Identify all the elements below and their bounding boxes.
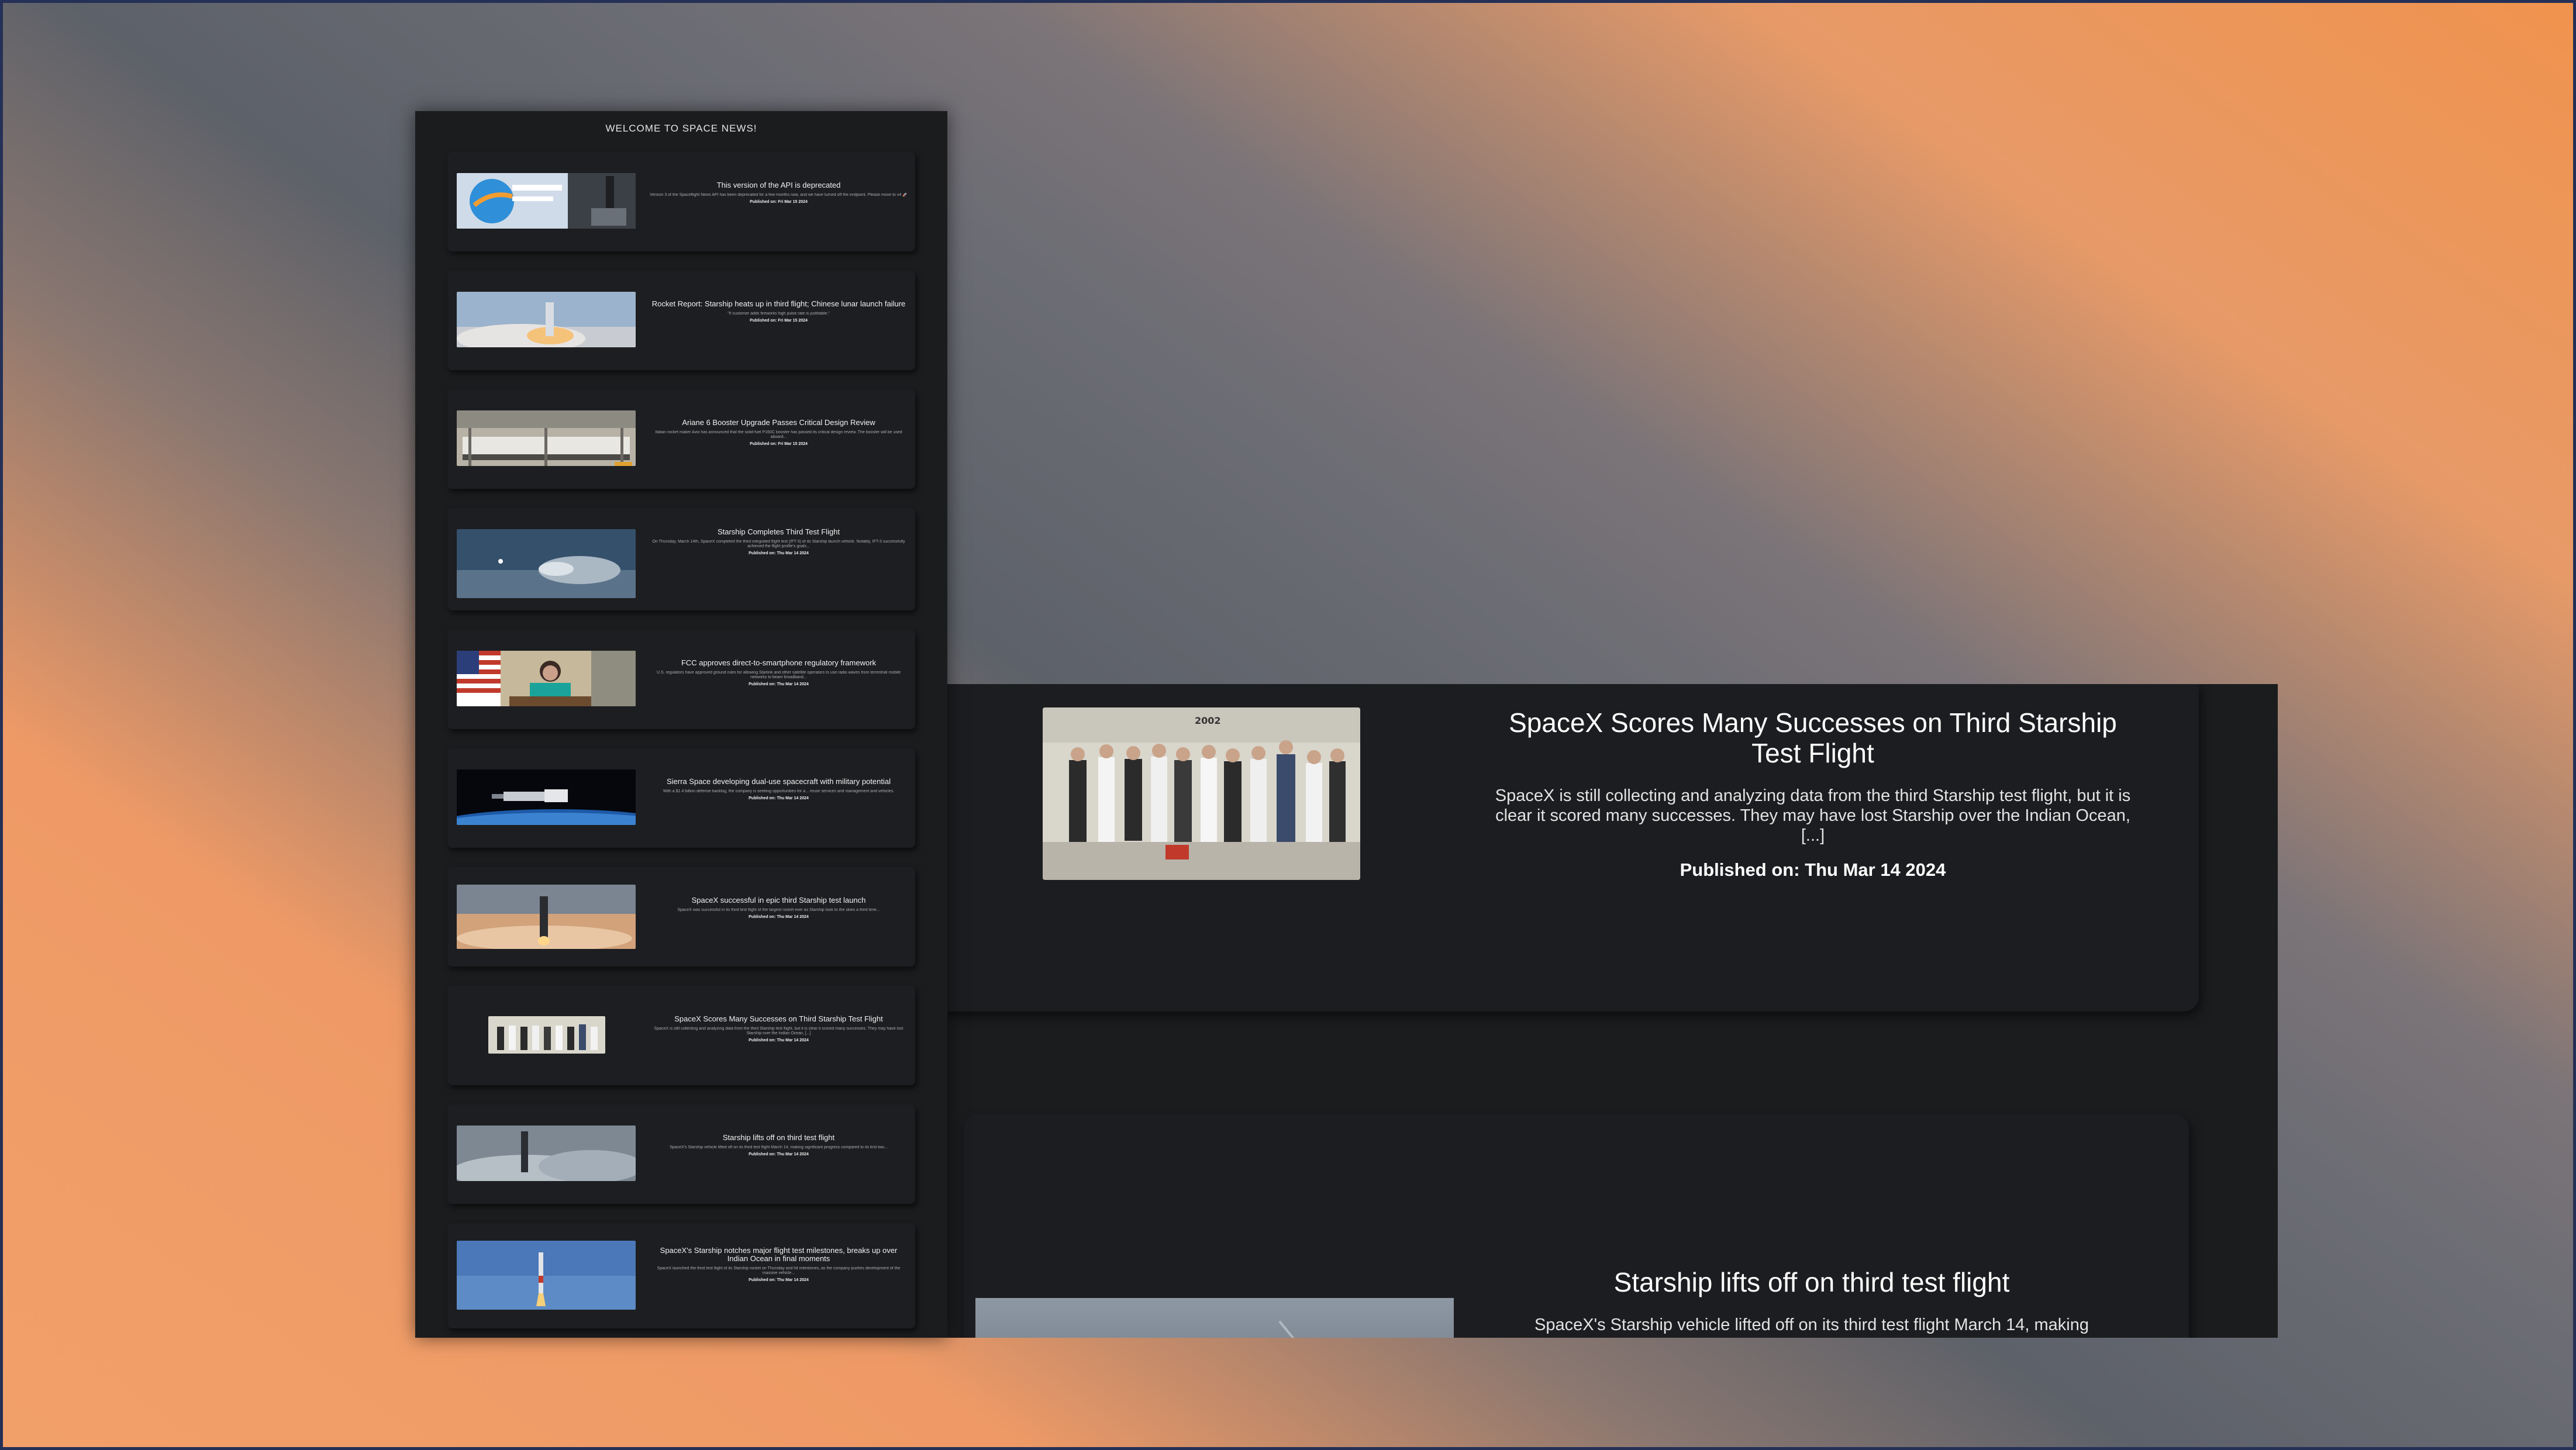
article-card-starship-liftoff[interactable]: Starship lifts off on third test flight … [964,1114,2189,1338]
news-card[interactable]: Starship lifts off on third test flight … [447,1104,915,1204]
news-title[interactable]: Ariane 6 Booster Upgrade Passes Critical… [649,419,908,427]
news-date: Published on: Fri Mar 15 2024 [750,200,808,204]
news-thumbnail-image [457,529,636,598]
team-photo-image: 2002 [1043,707,1360,880]
news-title[interactable]: Starship Completes Third Test Flight [649,528,908,536]
news-text: Rocket Report: Starship heats up in thir… [649,300,908,323]
article-title[interactable]: SpaceX Scores Many Successes on Third St… [1485,707,2140,768]
news-card[interactable]: FCC approves direct-to-smartphone regula… [447,630,915,729]
news-thumbnail-image [457,1241,636,1310]
news-date: Published on: Thu Mar 14 2024 [749,1038,809,1042]
news-summary: SpaceX is still collecting and analyzing… [654,1027,904,1035]
news-summary: U.S. regulators have approved ground rul… [656,671,901,679]
news-title[interactable]: This version of the API is deprecated [649,181,908,189]
news-text: SpaceX successful in epic third Starship… [649,896,908,920]
news-thumbnail-image [457,769,636,825]
news-title[interactable]: Rocket Report: Starship heats up in thir… [649,300,908,308]
news-text: This version of the API is deprecated Ve… [649,181,908,205]
news-title[interactable]: Sierra Space developing dual-use spacecr… [649,778,908,786]
news-summary: On Thursday, March 14th, SpaceX complete… [652,540,905,548]
news-date: Published on: Thu Mar 14 2024 [749,551,809,555]
news-list: This version of the API is deprecated Ve… [447,152,915,1338]
news-text: Ariane 6 Booster Upgrade Passes Critical… [649,419,908,447]
news-text: Starship lifts off on third test flight … [649,1134,908,1157]
news-thumbnail-image [457,410,636,466]
news-text: FCC approves direct-to-smartphone regula… [649,659,908,687]
news-text: Starship Completes Third Test Flight On … [649,528,908,556]
article-summary-2: SpaceX's Starship vehicle lifted off on … [1534,1316,2089,1334]
news-thumbnail-image [457,651,636,706]
news-thumbnail-image [457,292,636,347]
news-date: Published on: Thu Mar 14 2024 [749,1278,809,1282]
news-title[interactable]: Starship lifts off on third test flight [649,1134,908,1142]
news-card[interactable]: Rocket Report: Starship heats up in thir… [447,271,915,370]
article-text-block-2: Starship lifts off on third test flight … [1484,1267,2139,1335]
article-published-date: Published on: Thu Mar 14 2024 [1680,859,1946,880]
news-text: Sierra Space developing dual-use spacecr… [649,778,908,801]
news-title[interactable]: FCC approves direct-to-smartphone regula… [649,659,908,667]
news-date: Published on: Thu Mar 14 2024 [749,796,809,800]
news-date: Published on: Thu Mar 14 2024 [749,682,809,686]
article-card-spacex-successes[interactable]: 2002 SpaceX Scores Many Successes on Thi… [936,684,2199,1011]
article-text-block: SpaceX Scores Many Successes on Third St… [1485,707,2140,881]
article-title-2[interactable]: Starship lifts off on third test flight [1484,1267,2139,1297]
news-card[interactable]: This version of the API is deprecated Ve… [447,152,915,251]
starship-fog-image [975,1298,1454,1338]
news-summary: SpaceX launched the third test flight of… [657,1266,901,1275]
news-thumbnail-image [457,173,636,229]
news-title[interactable]: SpaceX successful in epic third Starship… [649,896,908,904]
page-title: WELCOME TO SPACE NEWS! [605,123,757,134]
news-summary: With a $1.4 billion defense backlog, the… [663,789,895,793]
photo-caption-year: 2002 [1195,715,1221,726]
space-news-window: WELCOME TO SPACE NEWS! This version of t… [415,111,947,1338]
news-card[interactable]: Ariane 6 Booster Upgrade Passes Critical… [447,389,915,489]
article-detail-panel[interactable]: 2002 SpaceX Scores Many Successes on Thi… [936,684,2278,1338]
news-text: SpaceX's Starship notches major flight t… [649,1247,908,1283]
article-summary: SpaceX is still collecting and analyzing… [1495,786,2131,845]
news-summary: SpaceX was successful in its third test … [677,908,880,912]
news-title[interactable]: SpaceX Scores Many Successes on Third St… [649,1015,908,1023]
news-thumbnail-image [457,885,636,949]
news-title[interactable]: SpaceX's Starship notches major flight t… [649,1247,908,1263]
news-card[interactable]: Sierra Space developing dual-use spacecr… [447,748,915,848]
news-summary: SpaceX's Starship vehicle lifted off on … [670,1145,888,1149]
news-date: Published on: Thu Mar 14 2024 [749,1152,809,1156]
news-card[interactable]: SpaceX's Starship notches major flight t… [447,1223,915,1328]
news-summary: Italian rocket maker Avio has announced … [655,430,902,439]
news-date: Published on: Fri Mar 15 2024 [750,319,808,323]
news-summary: "If customer adds fireworks high pulse r… [727,312,830,316]
news-text: SpaceX Scores Many Successes on Third St… [649,1015,908,1043]
news-card[interactable]: Starship Completes Third Test Flight On … [447,508,915,610]
news-card[interactable]: SpaceX successful in epic third Starship… [447,867,915,966]
news-summary: Version 3 of the Spaceflight News API ha… [650,193,908,197]
news-card[interactable]: SpaceX Scores Many Successes on Third St… [447,986,915,1085]
news-date: Published on: Fri Mar 15 2024 [750,442,808,446]
news-thumbnail-image [457,1126,636,1181]
news-date: Published on: Thu Mar 14 2024 [749,915,809,919]
news-thumbnail-image [488,1016,605,1054]
